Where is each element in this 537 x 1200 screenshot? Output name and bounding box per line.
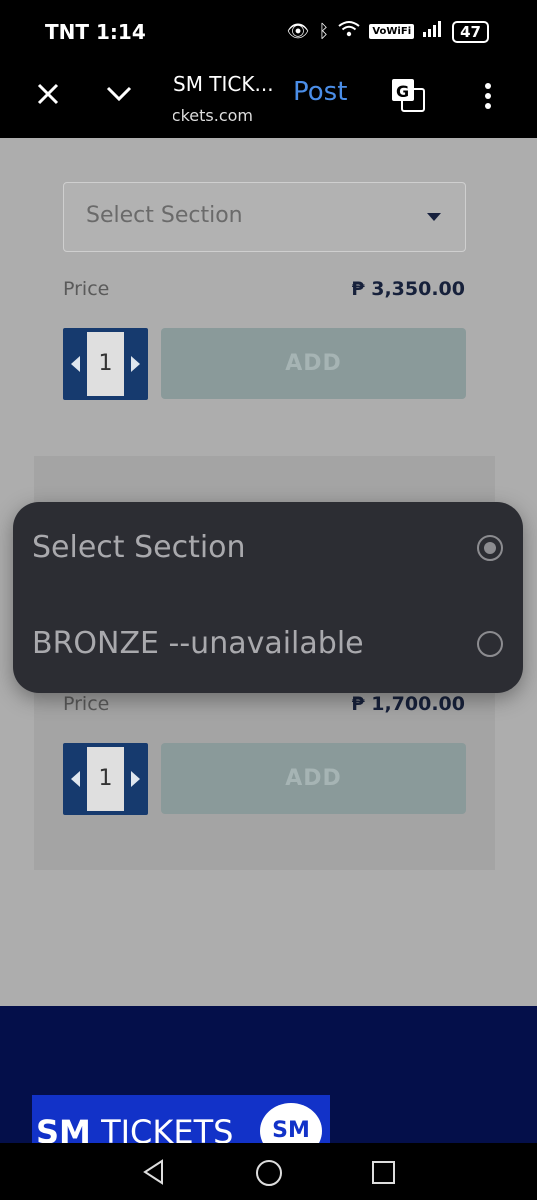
wifi-icon <box>338 20 360 43</box>
section-select[interactable]: Select Section <box>63 182 466 252</box>
system-navbar <box>0 1143 537 1200</box>
option-label: Select Section <box>32 530 246 565</box>
price-label: Price <box>63 278 110 300</box>
signal-icon <box>423 21 443 42</box>
translate-icon[interactable]: G <box>390 77 426 113</box>
status-icons: 👁 ᛒ VoWiFi 47 <box>287 20 489 43</box>
status-bar: TNT 1:14 👁 ᛒ VoWiFi 47 <box>0 0 537 62</box>
caret-down-icon <box>427 213 441 221</box>
increment-icon[interactable] <box>131 771 140 787</box>
back-icon[interactable] <box>142 1159 166 1185</box>
home-icon[interactable] <box>256 1160 282 1186</box>
recents-icon[interactable] <box>372 1161 395 1184</box>
decrement-icon[interactable] <box>71 356 80 372</box>
vowifi-badge: VoWiFi <box>369 24 415 39</box>
eye-icon: 👁 <box>286 21 310 42</box>
dropdown-option[interactable]: BRONZE --unavailable <box>13 598 523 694</box>
chevron-down-icon[interactable] <box>104 78 134 108</box>
radio-selected-icon[interactable] <box>477 535 503 561</box>
price-value: ₱ 1,700.00 <box>351 693 465 715</box>
section-dropdown: Select Section BRONZE --unavailable <box>13 502 523 693</box>
post-button[interactable]: Post <box>293 77 347 107</box>
quantity-value[interactable]: 1 <box>87 332 124 396</box>
page-url: smtickets.com <box>173 106 253 125</box>
bluetooth-icon: ᛒ <box>318 21 330 42</box>
battery-icon: 47 <box>452 20 489 43</box>
more-options-icon[interactable] <box>478 82 498 110</box>
quantity-value[interactable]: 1 <box>87 747 124 811</box>
increment-icon[interactable] <box>131 356 140 372</box>
quantity-stepper: 1 <box>63 743 148 815</box>
radio-unselected-icon[interactable] <box>477 631 503 657</box>
add-button[interactable]: ADD <box>161 743 466 814</box>
option-label: BRONZE --unavailable <box>32 626 364 661</box>
price-label: Price <box>63 693 110 715</box>
dropdown-option[interactable]: Select Section <box>13 502 523 598</box>
price-value: ₱ 3,350.00 <box>351 278 465 300</box>
section-select-value: Select Section <box>86 203 243 228</box>
add-button[interactable]: ADD <box>161 328 466 399</box>
browser-toolbar: SM TICK... smtickets.com Post G <box>0 62 537 138</box>
decrement-icon[interactable] <box>71 771 80 787</box>
svg-text:G: G <box>396 82 409 101</box>
status-time: TNT 1:14 <box>45 20 146 44</box>
page-title: SM TICK... <box>173 72 274 96</box>
close-icon[interactable] <box>34 80 62 108</box>
quantity-stepper: 1 <box>63 328 148 400</box>
